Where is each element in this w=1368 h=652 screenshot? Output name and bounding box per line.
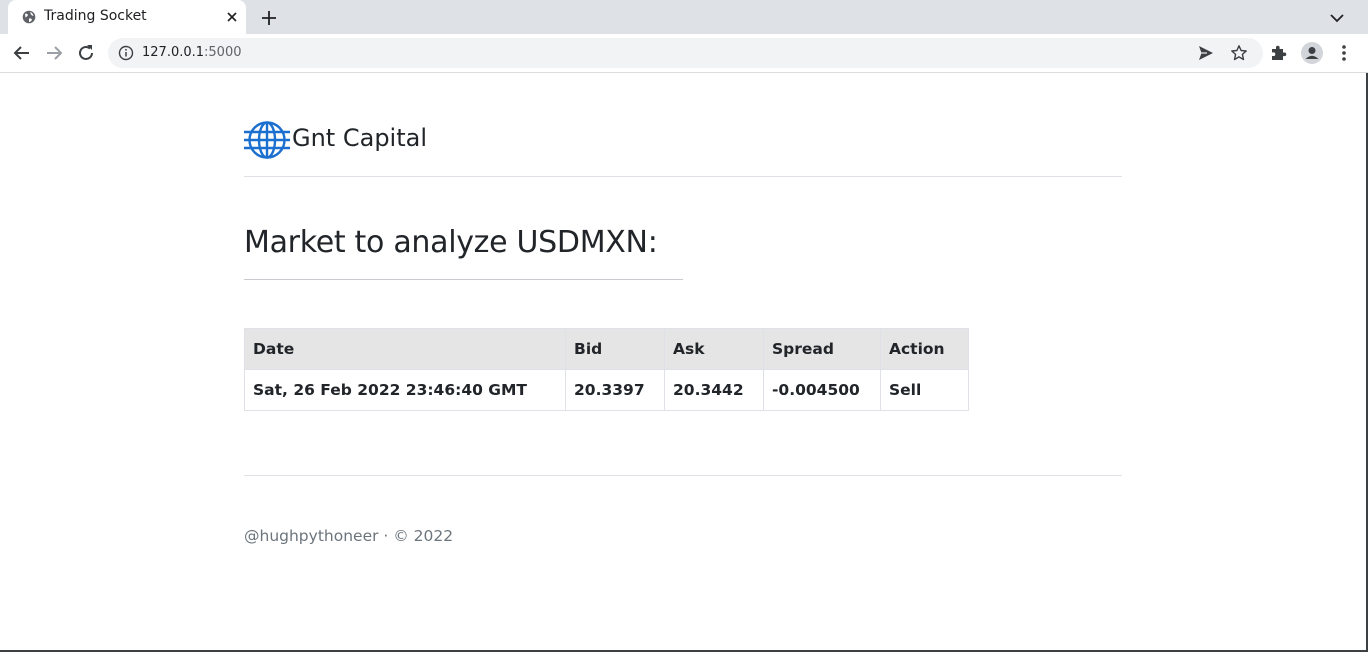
address-bar[interactable]: 127.0.0.1:5000 (108, 38, 1263, 68)
reload-icon[interactable] (74, 41, 98, 65)
chevron-down-icon[interactable] (1326, 8, 1348, 28)
column-header-date: Date (244, 328, 566, 370)
header-divider (244, 176, 1122, 177)
kebab-menu-icon[interactable] (1334, 43, 1354, 63)
column-header-bid: Bid (565, 328, 665, 370)
cell-spread: -0.004500 (763, 369, 881, 411)
url-text[interactable]: 127.0.0.1:5000 (142, 45, 242, 60)
brand-name[interactable]: Gnt Capital (292, 124, 427, 152)
browser-toolbar: 127.0.0.1:5000 (0, 34, 1368, 73)
footer-text: @hughpythoneer · © 2022 (244, 527, 454, 545)
star-icon[interactable] (1230, 44, 1248, 62)
cell-ask: 20.3442 (664, 369, 764, 411)
table-row: Sat, 26 Feb 2022 23:46:40 GMT 20.3397 20… (244, 369, 969, 411)
send-icon[interactable] (1197, 44, 1215, 62)
info-icon[interactable] (118, 45, 134, 61)
close-icon[interactable] (224, 9, 240, 25)
cell-action: Sell (880, 369, 969, 411)
cell-date: Sat, 26 Feb 2022 23:46:40 GMT (244, 369, 566, 411)
footer-divider (244, 475, 1122, 476)
forward-arrow-icon[interactable] (42, 41, 66, 65)
globe-logo-icon (244, 121, 290, 159)
column-header-spread: Spread (763, 328, 881, 370)
plus-icon[interactable] (258, 7, 280, 29)
table-header-row: Date Bid Ask Spread Action (244, 328, 969, 370)
browser-tab[interactable]: Trading Socket (8, 0, 246, 34)
url-host: 127.0.0.1 (142, 45, 205, 60)
page-content: Gnt Capital Market to analyze USDMXN: Da… (0, 73, 1366, 651)
tab-strip: Trading Socket (0, 0, 1368, 34)
column-header-action: Action (880, 328, 969, 370)
page-title: Market to analyze USDMXN: (244, 225, 658, 260)
profile-icon[interactable] (1300, 41, 1324, 65)
puzzle-icon[interactable] (1269, 43, 1289, 63)
quotes-table: Date Bid Ask Spread Action Sat, 26 Feb 2… (244, 328, 969, 411)
globe-icon (22, 10, 36, 24)
cell-bid: 20.3397 (565, 369, 665, 411)
title-underline (244, 279, 683, 280)
url-port: :5000 (204, 45, 242, 60)
tab-title: Trading Socket (44, 8, 147, 24)
column-header-ask: Ask (664, 328, 764, 370)
back-arrow-icon[interactable] (10, 41, 34, 65)
